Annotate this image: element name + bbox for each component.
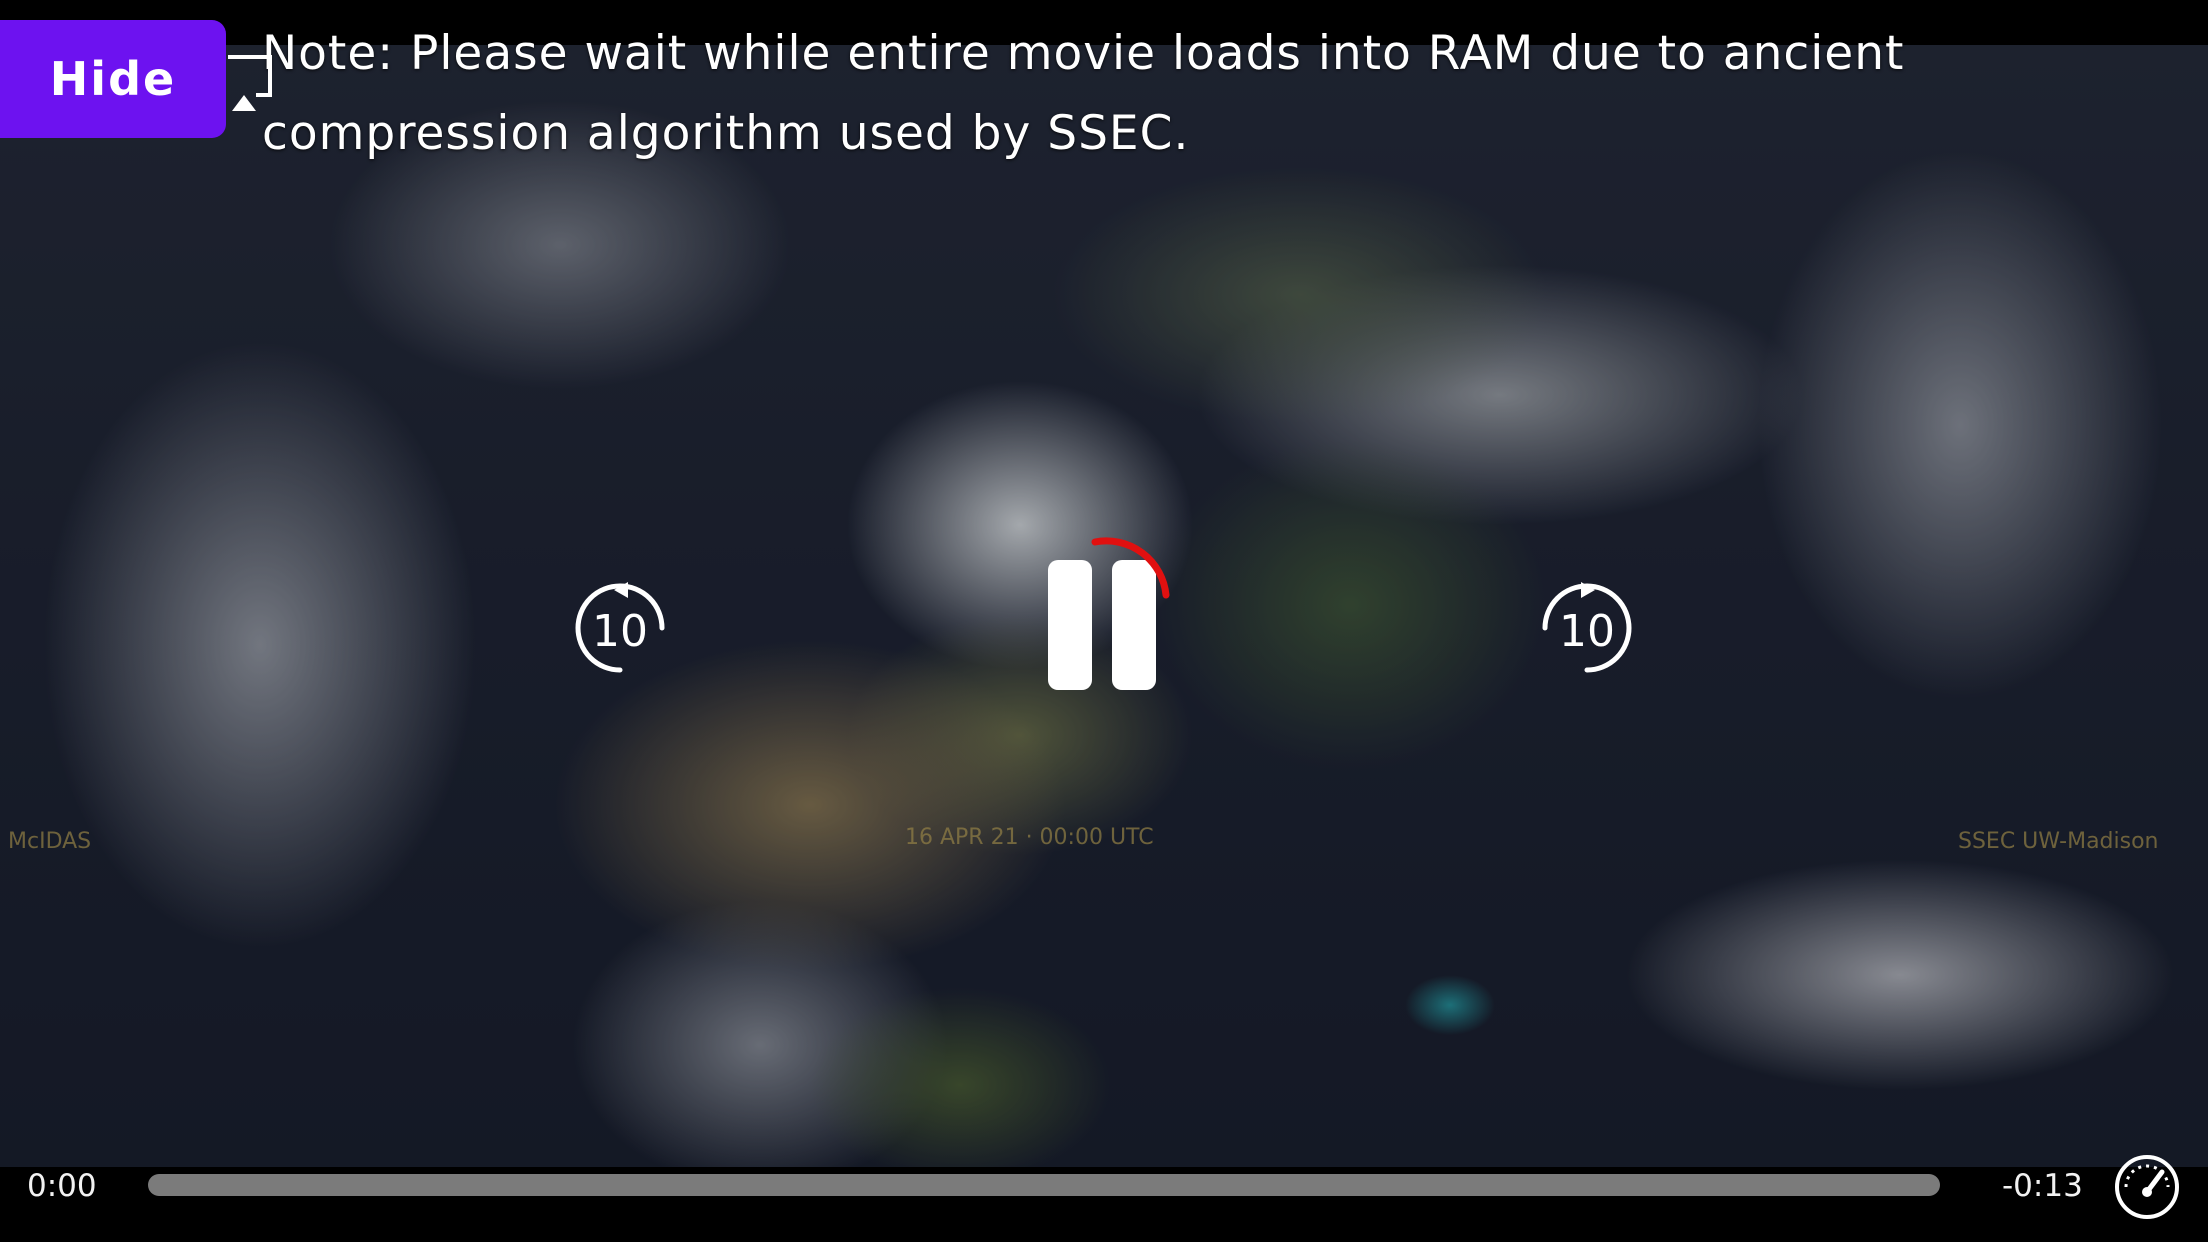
- skip-forward-10-button[interactable]: 10: [1537, 580, 1637, 680]
- video-watermark-left: McIDAS: [8, 829, 92, 854]
- skip-back-10-icon: 10: [575, 582, 665, 673]
- video-watermark-right: SSEC UW-Madison: [1958, 829, 2159, 854]
- skip-forward-10-icon: 10: [1542, 582, 1632, 673]
- remaining-time: -0:13: [2002, 1168, 2083, 1204]
- elapsed-time: 0:00: [27, 1168, 97, 1204]
- pause-button[interactable]: [1040, 530, 1180, 700]
- skip-forward-seconds: 10: [1559, 606, 1615, 657]
- skip-back-10-button[interactable]: 10: [570, 580, 670, 680]
- playback-speed-icon: [2115, 1155, 2179, 1219]
- pause-icon: [1048, 537, 1170, 690]
- video-timestamp-overlay: 16 APR 21 · 00:00 UTC: [905, 825, 1154, 850]
- playback-speed-button[interactable]: [2112, 1152, 2182, 1222]
- video-player: McIDAS 16 APR 21 · 00:00 UTC SSEC UW-Mad…: [0, 0, 2208, 1242]
- picture-in-picture-icon[interactable]: [226, 55, 274, 113]
- scrubber-track[interactable]: [148, 1174, 1940, 1196]
- skip-back-seconds: 10: [592, 606, 648, 657]
- loading-note: Note: Please wait while entire movie loa…: [262, 26, 1905, 161]
- hide-button[interactable]: Hide: [0, 20, 226, 138]
